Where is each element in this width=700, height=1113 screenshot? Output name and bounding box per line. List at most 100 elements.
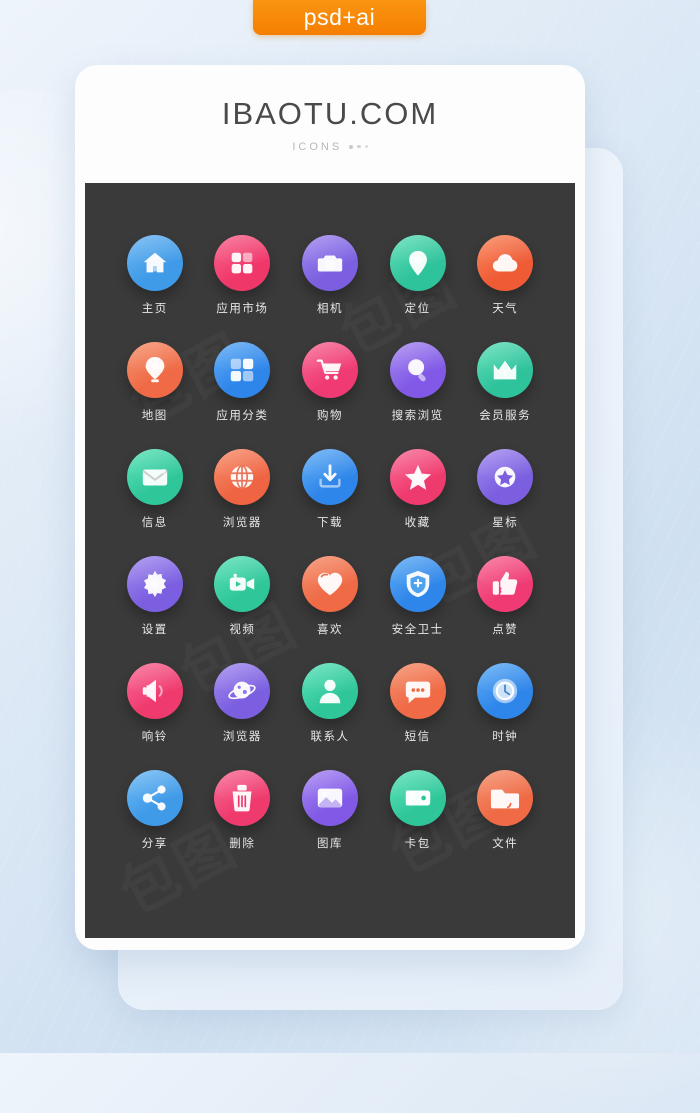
- folder-icon[interactable]: [477, 770, 534, 826]
- home-icon[interactable]: [126, 235, 183, 291]
- preview-card: IBAOTU.COM ICONS 包图 包图 包图 包图 包图 包图 主页应用市…: [75, 65, 585, 950]
- icon-label: 浏览器: [222, 729, 262, 743]
- icon-cell[interactable]: 收藏: [374, 449, 462, 530]
- location-pin-icon[interactable]: [389, 235, 446, 291]
- icon-label: 视频: [229, 622, 256, 636]
- icon-cell[interactable]: 文件: [461, 770, 549, 851]
- heart-icon[interactable]: [301, 556, 358, 612]
- subtitle-label: ICONS: [292, 140, 343, 153]
- trash-icon[interactable]: [214, 770, 271, 826]
- icon-label: 文件: [492, 836, 519, 850]
- share-icon[interactable]: [126, 770, 183, 826]
- icon-cell[interactable]: 下载: [286, 449, 374, 530]
- icon-cell[interactable]: 主页: [111, 235, 199, 316]
- star-circle-icon[interactable]: [477, 449, 534, 505]
- globe-icon[interactable]: [214, 449, 271, 505]
- icon-cell[interactable]: 购物: [286, 342, 374, 423]
- icon-cell[interactable]: 信息: [111, 449, 199, 530]
- icon-label: 删除: [229, 836, 256, 850]
- icon-label: 购物: [316, 408, 343, 422]
- camera-icon[interactable]: [301, 235, 358, 291]
- app-store-icon[interactable]: [214, 235, 271, 291]
- download-icon[interactable]: [301, 449, 358, 505]
- icon-label: 短信: [404, 729, 431, 743]
- icon-cell[interactable]: 地图: [111, 342, 199, 423]
- icon-cell[interactable]: 设置: [111, 556, 199, 637]
- icon-label: 应用分类: [216, 408, 269, 422]
- icon-label: 浏览器: [222, 515, 262, 529]
- icon-label: 安全卫士: [391, 622, 444, 636]
- icon-label: 点赞: [492, 622, 519, 636]
- icon-label: 星标: [492, 515, 519, 529]
- person-icon[interactable]: [301, 663, 358, 719]
- icon-label: 地图: [141, 408, 168, 422]
- icon-cell[interactable]: 会员服务: [461, 342, 549, 423]
- icon-label: 响铃: [141, 729, 168, 743]
- icon-cell[interactable]: 星标: [461, 449, 549, 530]
- icon-cell[interactable]: 卡包: [374, 770, 462, 851]
- icon-cell[interactable]: 时钟: [461, 663, 549, 744]
- icon-label: 主页: [141, 301, 168, 315]
- icon-cell[interactable]: 联系人: [286, 663, 374, 744]
- icon-cell[interactable]: 响铃: [111, 663, 199, 744]
- icon-label: 分享: [141, 836, 168, 850]
- psd-ai-badge-label: psd+ai: [303, 4, 376, 30]
- icon-label: 会员服务: [479, 408, 532, 422]
- icon-label: 喜欢: [316, 622, 343, 636]
- speaker-icon[interactable]: [126, 663, 183, 719]
- planet-icon[interactable]: [214, 663, 271, 719]
- icon-cell[interactable]: 天气: [461, 235, 549, 316]
- star-icon[interactable]: [389, 449, 446, 505]
- icon-label: 相机: [316, 301, 343, 315]
- cart-icon[interactable]: [301, 342, 358, 398]
- shield-icon[interactable]: [389, 556, 446, 612]
- icon-label: 联系人: [310, 729, 350, 743]
- icon-label: 应用市场: [216, 301, 269, 315]
- card-header: IBAOTU.COM ICONS: [75, 65, 585, 183]
- crown-icon[interactable]: [477, 342, 534, 398]
- icon-cell[interactable]: 删除: [199, 770, 287, 851]
- dots-icon: [349, 144, 368, 149]
- envelope-icon[interactable]: [126, 449, 183, 505]
- icon-panel: 包图 包图 包图 包图 包图 包图 主页应用市场相机定位天气地图应用分类购物搜索…: [85, 183, 575, 938]
- icon-label: 时钟: [492, 729, 519, 743]
- subtitle-row: ICONS: [292, 140, 368, 153]
- gear-icon[interactable]: [126, 556, 183, 612]
- icon-cell[interactable]: 相机: [286, 235, 374, 316]
- icon-cell[interactable]: 应用市场: [199, 235, 287, 316]
- thumbs-up-icon[interactable]: [477, 556, 534, 612]
- grid-icon[interactable]: [214, 342, 271, 398]
- icon-label: 天气: [492, 301, 519, 315]
- icon-label: 搜索浏览: [391, 408, 444, 422]
- icon-cell[interactable]: 安全卫士: [374, 556, 462, 637]
- page-title: IBAOTU.COM: [221, 95, 439, 131]
- search-icon[interactable]: [389, 342, 446, 398]
- icon-cell[interactable]: 浏览器: [199, 663, 287, 744]
- icon-cell[interactable]: 应用分类: [199, 342, 287, 423]
- map-pin-icon[interactable]: [126, 342, 183, 398]
- icon-cell[interactable]: 浏览器: [199, 449, 287, 530]
- icon-cell[interactable]: 点赞: [461, 556, 549, 637]
- icon-label: 图库: [316, 836, 343, 850]
- icon-grid: 主页 应用市场 相机 定位 天气 地图 应用分类 购物 搜索浏览 会员服务 信息 浏览器 下载 收藏 星标设…: [85, 183, 575, 851]
- psd-ai-badge: psd+ai: [253, 0, 426, 35]
- icon-label: 下载: [316, 515, 343, 529]
- clock-icon[interactable]: [477, 663, 534, 719]
- icon-cell[interactable]: 分享: [111, 770, 199, 851]
- icon-cell[interactable]: 图库: [286, 770, 374, 851]
- icon-cell[interactable]: 视频: [199, 556, 287, 637]
- icon-cell[interactable]: 短信: [374, 663, 462, 744]
- icon-cell[interactable]: 搜索浏览: [374, 342, 462, 423]
- icon-label: 设置: [141, 622, 168, 636]
- cloud-icon[interactable]: [477, 235, 534, 291]
- icon-label: 收藏: [404, 515, 431, 529]
- icon-label: 定位: [404, 301, 431, 315]
- video-camera-icon[interactable]: [214, 556, 271, 612]
- image-icon[interactable]: [301, 770, 358, 826]
- wallet-icon[interactable]: [389, 770, 446, 826]
- icon-label: 信息: [141, 515, 168, 529]
- icon-cell[interactable]: 定位: [374, 235, 462, 316]
- icon-cell[interactable]: 喜欢: [286, 556, 374, 637]
- icon-label: 卡包: [404, 836, 431, 850]
- chat-bubble-icon[interactable]: [389, 663, 446, 719]
